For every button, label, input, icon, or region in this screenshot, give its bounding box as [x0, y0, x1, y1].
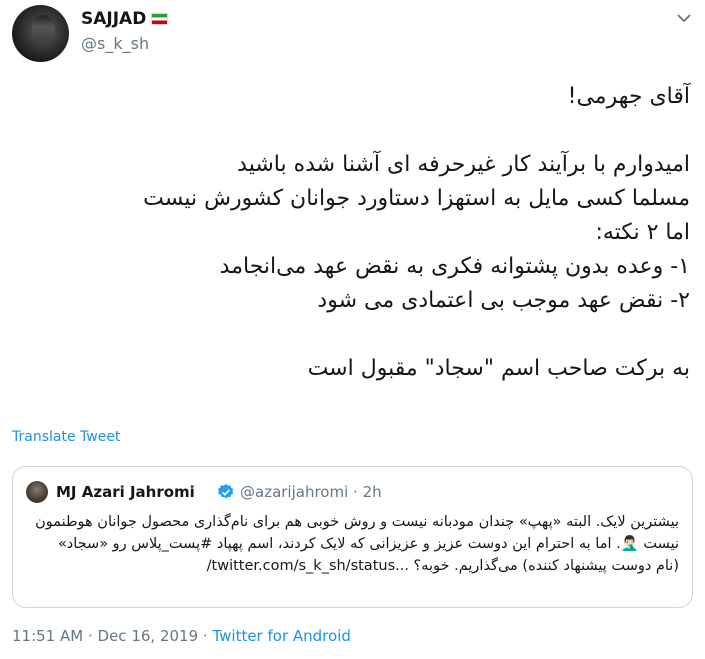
tweet-line: ۱- وعده بدون پشتوانه فکری به نقض عهد می‌… — [219, 254, 690, 279]
tweet-line: اما ۲ نکته: — [595, 220, 690, 245]
translate-tweet-link[interactable]: Translate Tweet — [12, 429, 120, 445]
iran-flag-icon — [151, 13, 169, 25]
tweet-text: آقای جهرمی! امیدوارم با برآیند کار غیرحر… — [143, 80, 690, 386]
author-name-text: SAJJAD — [81, 9, 147, 29]
verified-badge-icon — [218, 484, 234, 499]
tweet-metadata: 11:51 AM · Dec 16, 2019 · Twitter for An… — [12, 627, 351, 645]
quoted-author-name: MJ Azari Jahromi — [56, 483, 195, 501]
quoted-time: 2h — [362, 483, 382, 501]
author-avatar[interactable] — [12, 5, 69, 62]
tweet-line — [150, 114, 690, 148]
quoted-handle: @azarijahromi — [240, 483, 349, 501]
separator-dot: · — [353, 483, 363, 501]
separator-dot: · — [87, 627, 98, 645]
tweet-date[interactable]: Dec 16, 2019 — [98, 627, 199, 645]
author-handle[interactable]: @s_k_sh — [81, 34, 149, 53]
tweet-line: ۲- نقض عهد موجب بی اعتمادی می شود — [317, 288, 690, 313]
quoted-author-avatar — [26, 481, 48, 503]
tweet-card: SAJJAD @s_k_sh آقای جهرمی! امیدوارم با ب… — [0, 0, 705, 659]
tweet-line: آقای جهرمی! — [567, 84, 690, 109]
quoted-text: بیشترین لایک. البته «پهپ» چندان مودبانه … — [27, 511, 679, 577]
tweet-source-link[interactable]: Twitter for Android — [212, 627, 350, 645]
tweet-line — [150, 318, 690, 352]
tweet-time[interactable]: 11:51 AM — [12, 627, 83, 645]
quoted-tweet[interactable]: MJ Azari Jahromi @azarijahromi · 2h بیشت… — [12, 466, 693, 608]
tweet-line: مسلما کسی مایل به استهزا دستاورد جوانان … — [143, 186, 690, 211]
quoted-line: نیست 🤦🏻‍♂️. اما به احترام این دوست عزیز … — [57, 536, 679, 552]
chevron-down-icon[interactable] — [676, 12, 692, 24]
quoted-line: (نام دوست پیشنهاد کننده) می‌گذاریم. خوبه… — [206, 558, 679, 574]
tweet-line: به برکت صاحب اسم "سجاد" مقبول است — [307, 356, 690, 381]
author-display-name[interactable]: SAJJAD — [81, 9, 169, 29]
tweet-line: امیدوارم با برآیند کار غیرحرفه ای آشنا ش… — [237, 152, 690, 177]
quoted-author-handle-time: @azarijahromi · 2h — [240, 483, 382, 501]
quoted-line: بیشترین لایک. البته «پهپ» چندان مودبانه … — [35, 514, 679, 530]
